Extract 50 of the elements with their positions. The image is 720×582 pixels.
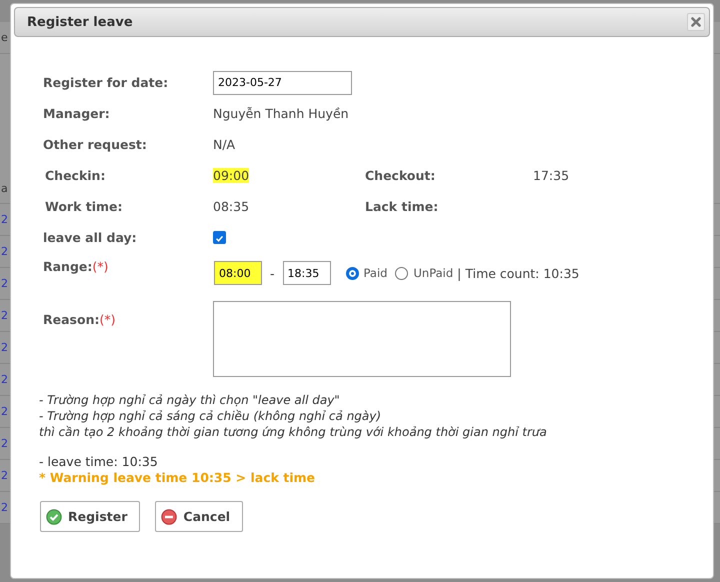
leave-time-text: - leave time: 10:35 <box>39 454 159 470</box>
link-fragment[interactable]: 2 <box>1 309 8 322</box>
time-field[interactable]: 18:35 <box>282 261 331 285</box>
field-label: Work time: <box>45 199 124 214</box>
link-fragment[interactable]: 2 <box>1 501 8 514</box>
register-button[interactable]: Register <box>40 501 140 532</box>
warning-text: * Warning leave time 10:35 > lack time <box>39 470 316 486</box>
close-button[interactable] <box>687 13 705 31</box>
field-label: Manager: <box>43 106 111 121</box>
field-value: 09:00 <box>213 168 250 183</box>
note-text: - Trường hợp nghỉ cả ngày thì chọn "leave all day" <box>39 392 341 408</box>
note-text: - Trường hợp nghỉ cả sáng cả chiều (không nghỉ cả ngày) <box>39 408 382 424</box>
radio-button[interactable] <box>346 266 359 280</box>
close-icon <box>691 17 701 27</box>
text-fragment: e <box>1 31 8 44</box>
link-fragment[interactable]: 2 <box>1 373 8 386</box>
link-fragment[interactable]: 2 <box>1 405 8 418</box>
time-count-text: | Time count: 10:35 <box>457 266 580 280</box>
cancel-button[interactable]: Cancel <box>155 501 244 532</box>
date-field[interactable]: 2023-05-27 <box>213 70 352 94</box>
check-circle-icon <box>46 508 62 524</box>
field-label: Lack time: <box>365 199 440 214</box>
field-value: Nguyễn Thanh Huyền <box>213 106 349 121</box>
field-value: N/A <box>213 137 236 152</box>
field-label: Register for date: <box>43 75 170 90</box>
link-fragment[interactable]: 2 <box>1 437 8 450</box>
reason-field[interactable] <box>213 301 511 377</box>
dialog-title: Register leave <box>27 14 133 30</box>
time-field[interactable]: 08:00 <box>214 261 262 285</box>
field-label: Checkin: <box>45 168 106 183</box>
link-fragment[interactable]: 2 <box>1 277 8 290</box>
field-value: 17:35 <box>533 168 570 183</box>
field-label: Range:(*) <box>43 258 110 274</box>
minus-circle-icon <box>161 508 178 524</box>
note-text: thì cần tạo 2 khoảng thời gian tương ứng không trùng với khoảng thời gian nghỉ trưa <box>39 424 548 440</box>
link-fragment[interactable]: 2 <box>1 213 8 226</box>
field-label: leave all day: <box>43 230 138 245</box>
field-value: 08:35 <box>213 199 250 214</box>
radio-button[interactable] <box>395 266 408 280</box>
link-fragment[interactable]: 2 <box>1 469 8 482</box>
link-fragment[interactable]: 2 <box>1 341 8 354</box>
field-label: Reason:(*) <box>43 311 116 327</box>
separator-text: - <box>270 266 275 280</box>
checkbox[interactable] <box>213 231 226 244</box>
radio-label[interactable]: UnPaid <box>413 266 454 280</box>
radio-label[interactable]: Paid <box>364 266 388 280</box>
field-label: Checkout: <box>365 168 436 183</box>
text-fragment: a <box>1 182 8 195</box>
link-fragment[interactable]: 2 <box>1 245 8 258</box>
field-label: Other request: <box>43 137 148 152</box>
